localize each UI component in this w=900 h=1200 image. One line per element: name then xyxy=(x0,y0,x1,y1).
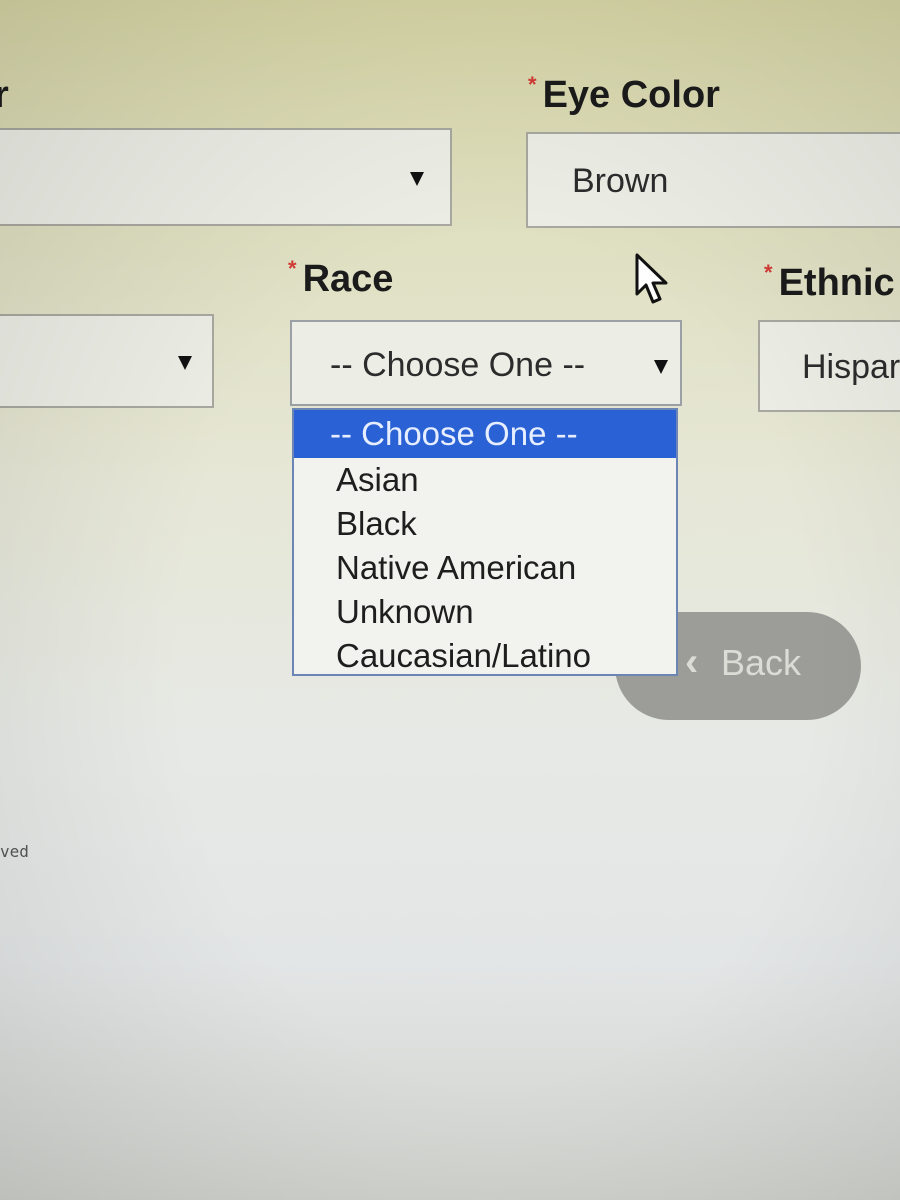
mouse-pointer-icon xyxy=(635,253,668,304)
ethnicity-label: * Ethnic xyxy=(764,260,895,305)
required-asterisk: * xyxy=(528,72,537,97)
partial-select-top[interactable] xyxy=(0,128,452,226)
partial-field-label: r xyxy=(0,74,9,117)
chevron-down-icon xyxy=(410,172,424,186)
partial-select-middle[interactable] xyxy=(0,314,214,408)
race-option-asian[interactable]: Asian xyxy=(294,458,676,502)
required-asterisk: * xyxy=(288,256,297,281)
eye-color-label-text: Eye Color xyxy=(542,74,720,116)
ethnicity-value: Hispar xyxy=(802,348,900,386)
eye-color-select[interactable]: Brown xyxy=(526,132,900,228)
ethnicity-select[interactable]: Hispar xyxy=(758,320,900,412)
race-option-black[interactable]: Black xyxy=(294,502,676,546)
ethnicity-label-text: Ethnic xyxy=(778,262,895,304)
race-option-caucasian-latino[interactable]: Caucasian/Latino xyxy=(294,634,676,678)
chevron-down-icon xyxy=(178,356,192,370)
race-option-native-american[interactable]: Native American xyxy=(294,546,676,590)
back-button-label: Back xyxy=(721,642,802,683)
race-select[interactable]: -- Choose One -- xyxy=(290,320,682,406)
chevron-left-icon: ‹ xyxy=(685,640,699,684)
partial-field-label-text: r xyxy=(0,74,9,116)
race-label: * Race xyxy=(288,256,394,301)
race-select-value: -- Choose One -- xyxy=(330,346,586,384)
chevron-down-icon xyxy=(654,360,668,374)
race-label-text: Race xyxy=(302,258,394,300)
required-asterisk: * xyxy=(764,260,773,285)
eye-color-value: Brown xyxy=(572,162,669,200)
eye-color-label: * Eye Color xyxy=(528,72,720,117)
race-dropdown-list[interactable]: -- Choose One -- Asian Black Native Amer… xyxy=(292,408,678,676)
race-option-unknown[interactable]: Unknown xyxy=(294,590,676,634)
race-option-choose-one[interactable]: -- Choose One -- xyxy=(294,410,676,458)
footer-text-fragment: ved xyxy=(0,842,29,861)
